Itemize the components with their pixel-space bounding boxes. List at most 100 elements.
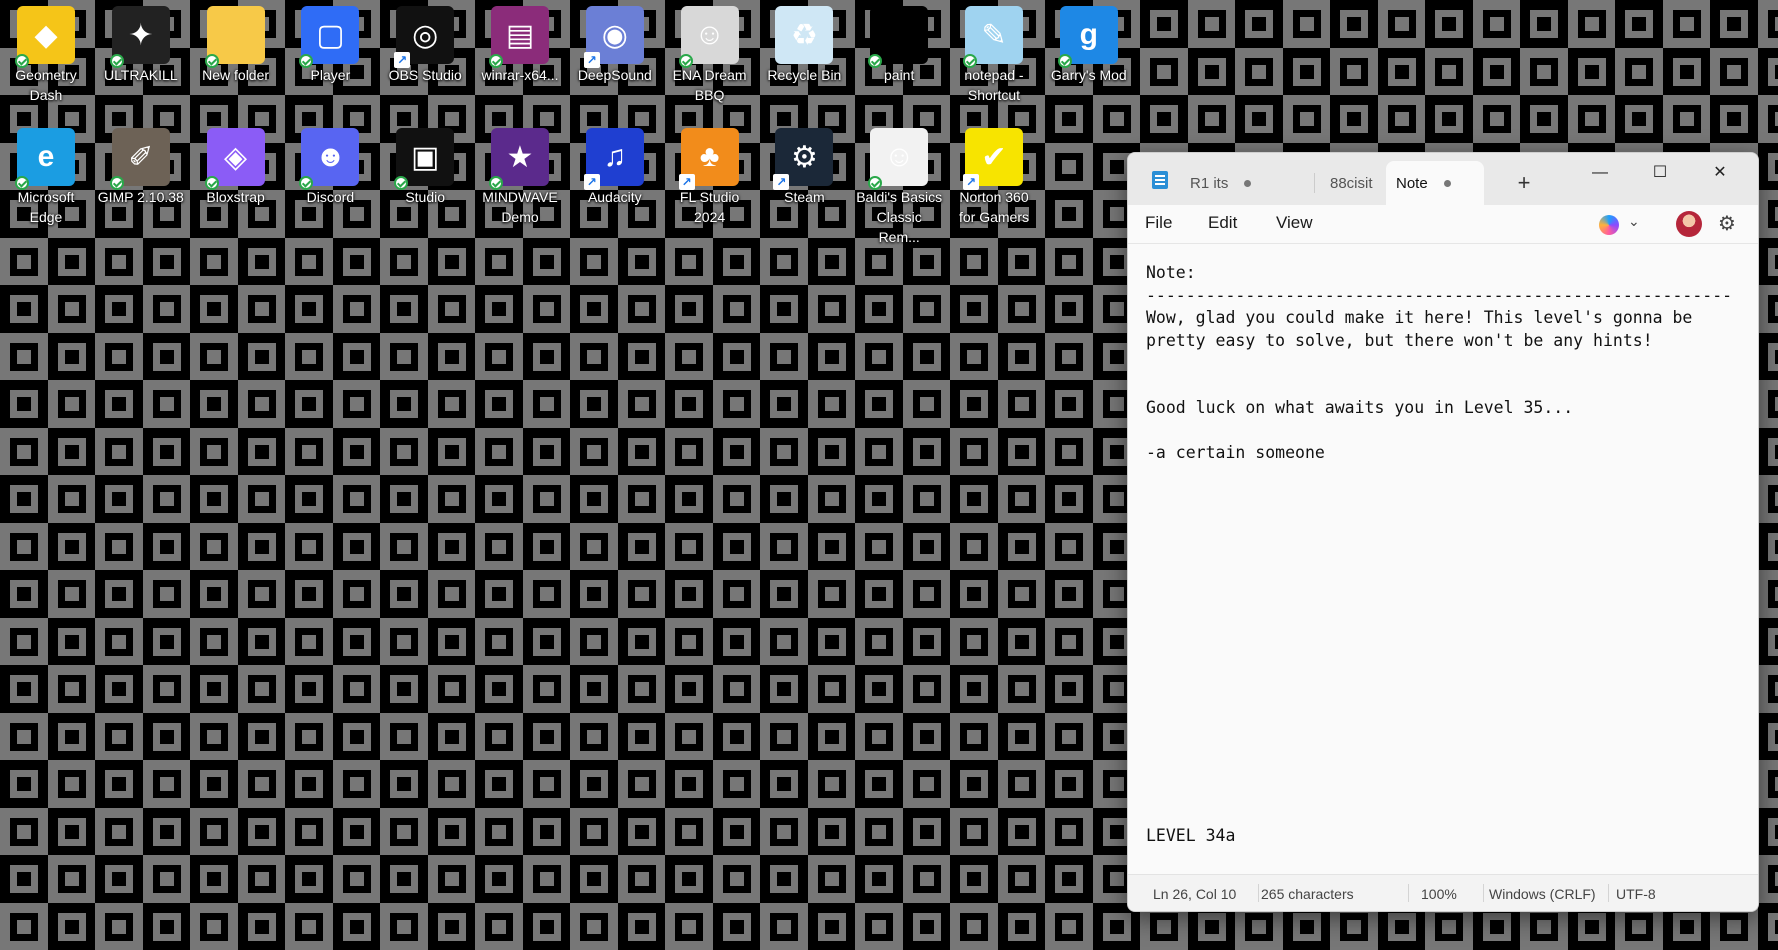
sync-check-icon	[110, 176, 124, 190]
wallpaper-tile	[428, 285, 476, 333]
wallpaper-tile	[760, 238, 808, 286]
wallpaper-tile	[428, 523, 476, 571]
wallpaper-tile	[950, 855, 998, 903]
wallpaper-tile	[570, 903, 618, 950]
settings-gear-icon[interactable]: ⚙	[1716, 213, 1738, 235]
wallpaper-tile	[998, 475, 1046, 523]
icon-glyph: ✎	[981, 18, 1006, 53]
desktop-icon-label: FL Studio 2024	[665, 187, 755, 227]
wallpaper-tile	[1710, 0, 1758, 48]
desktop-icon-paint[interactable]: paint	[854, 2, 944, 85]
wallpaper-tile	[285, 333, 333, 381]
avatar[interactable]	[1676, 211, 1702, 237]
line-ending[interactable]: Windows (CRLF)	[1489, 886, 1596, 902]
ultrakill-icon: ✦	[112, 6, 170, 64]
wallpaper-tile	[950, 808, 998, 856]
wallpaper-tile	[1140, 0, 1188, 48]
desktop-icon-ena-dream-bbq[interactable]: ☺ENA Dream BBQ	[665, 2, 755, 105]
desktop-icon-audacity[interactable]: ♫↗Audacity	[570, 124, 660, 207]
wallpaper-tile	[1378, 0, 1426, 48]
wallpaper-tile	[998, 570, 1046, 618]
chevron-down-icon[interactable]: ⌄	[1628, 213, 1640, 230]
wallpaper-tile	[428, 570, 476, 618]
desktop-icon-ultrakill[interactable]: ✦ULTRAKILL	[96, 2, 186, 85]
wallpaper-tile	[48, 903, 96, 950]
zoom-level[interactable]: 100%	[1421, 886, 1457, 902]
desktop-icon-microsoft-edge[interactable]: eMicrosoft Edge	[1, 124, 91, 227]
wallpaper-tile	[1758, 333, 1778, 381]
title-bar[interactable]: R1 its 88cisit Note + — ☐ ✕	[1128, 153, 1758, 205]
minimize-button[interactable]: —	[1570, 153, 1630, 193]
menu-file[interactable]: File	[1145, 213, 1172, 233]
wallpaper-tile	[570, 380, 618, 428]
desktop-icon-notepad-shortcut[interactable]: ✎notepad - Shortcut	[949, 2, 1039, 105]
wallpaper-tile	[523, 285, 571, 333]
wallpaper-tile	[333, 380, 381, 428]
desktop-icon-recycle-bin[interactable]: ♻Recycle Bin	[759, 2, 849, 85]
desktop-icon-geometry-dash[interactable]: ◆Geometry Dash	[1, 2, 91, 105]
wallpaper-tile	[760, 428, 808, 476]
wallpaper-tile	[1045, 475, 1093, 523]
desktop-icon-roblox-studio[interactable]: ▣Studio	[380, 124, 470, 207]
desktop-icon-obs-studio[interactable]: ◎↗OBS Studio	[380, 2, 470, 85]
wallpaper-tile	[190, 665, 238, 713]
wallpaper-tile	[760, 570, 808, 618]
wallpaper-tile	[95, 570, 143, 618]
desktop-icon-deepsound[interactable]: ◉↗DeepSound	[570, 2, 660, 85]
wallpaper-tile	[48, 475, 96, 523]
wallpaper-tile	[523, 570, 571, 618]
menu-edit[interactable]: Edit	[1208, 213, 1237, 233]
desktop-icon-discord[interactable]: ☻Discord	[285, 124, 375, 207]
wallpaper-tile	[285, 380, 333, 428]
desktop-icon-garrys-mod[interactable]: gGarry's Mod	[1044, 2, 1134, 85]
desktop-icon-label: Geometry Dash	[1, 65, 91, 105]
wallpaper-tile	[855, 333, 903, 381]
desktop-icon-label: Player	[285, 65, 375, 85]
wallpaper-tile	[428, 475, 476, 523]
wallpaper-tile	[1045, 808, 1093, 856]
wallpaper-tile	[523, 808, 571, 856]
wallpaper-tile	[855, 523, 903, 571]
tab-note[interactable]: Note	[1386, 161, 1484, 205]
wallpaper-tile	[618, 570, 666, 618]
wallpaper-tile	[1330, 95, 1378, 143]
desktop-icon-winrar[interactable]: ▤winrar-x64...	[475, 2, 565, 85]
wallpaper-tile	[903, 523, 951, 571]
wallpaper-tile	[1663, 95, 1711, 143]
wallpaper-tile	[903, 855, 951, 903]
close-button[interactable]: ✕	[1690, 153, 1750, 193]
wallpaper-tile	[903, 760, 951, 808]
wallpaper-tile	[1235, 95, 1283, 143]
wallpaper-tile	[428, 808, 476, 856]
sync-check-icon	[679, 54, 693, 68]
wallpaper-tile	[380, 855, 428, 903]
wallpaper-tile	[523, 760, 571, 808]
cursor-position[interactable]: Ln 26, Col 10	[1153, 886, 1236, 902]
menu-view[interactable]: View	[1276, 213, 1313, 233]
maximize-button[interactable]: ☐	[1630, 153, 1690, 193]
desktop-icon-roblox-player[interactable]: ▢Player	[285, 2, 375, 85]
wallpaper-tile	[1140, 95, 1188, 143]
desktop-icon-baldis-basics[interactable]: ☺Baldi's Basics Classic Rem...	[854, 124, 944, 247]
encoding[interactable]: UTF-8	[1616, 886, 1656, 902]
tab-r1-its[interactable]: R1 its	[1174, 161, 1314, 205]
copilot-icon[interactable]	[1599, 215, 1619, 235]
text-editor[interactable]: Note: ----------------------------------…	[1128, 244, 1758, 875]
wallpaper-tile	[855, 570, 903, 618]
wallpaper-tile	[713, 333, 761, 381]
new-tab-button[interactable]: +	[1508, 167, 1540, 199]
wallpaper-tile	[48, 760, 96, 808]
wallpaper-tile	[618, 903, 666, 950]
wallpaper-tile	[238, 333, 286, 381]
wallpaper-tile	[808, 855, 856, 903]
desktop-icon-fl-studio[interactable]: ♣↗FL Studio 2024	[665, 124, 755, 227]
desktop-icon-label: Microsoft Edge	[1, 187, 91, 227]
desktop-icon-gimp[interactable]: ✐GIMP 2.10.38	[96, 124, 186, 207]
desktop-icon-norton-360[interactable]: ✔↗Norton 360 for Gamers	[949, 124, 1039, 227]
desktop-icon-bloxstrap[interactable]: ◈Bloxstrap	[191, 124, 281, 207]
desktop-icon-folder[interactable]: New folder	[191, 2, 281, 85]
desktop-icon-mindwave-demo[interactable]: ★MINDWAVE Demo	[475, 124, 565, 227]
wallpaper-tile	[713, 428, 761, 476]
desktop-icon-steam[interactable]: ⚙↗Steam	[759, 124, 849, 207]
wallpaper-tile	[760, 285, 808, 333]
